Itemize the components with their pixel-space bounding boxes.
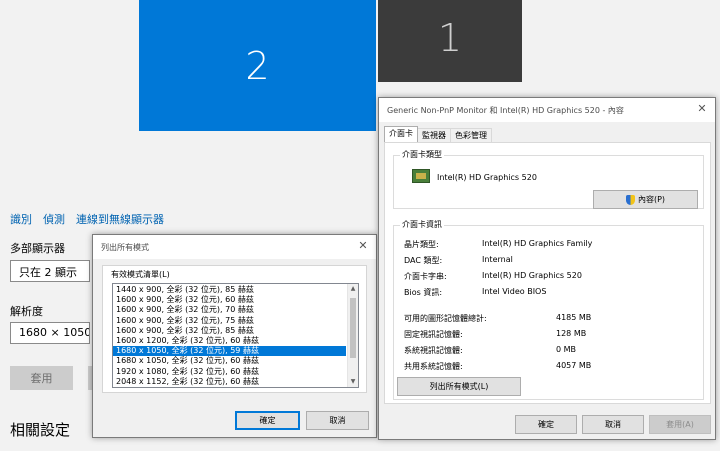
- tab-color-management[interactable]: 色彩管理: [450, 128, 492, 142]
- display-links: 識別 偵測 連線到無線顯示器: [10, 211, 164, 227]
- memory-value: 4057 MB: [556, 361, 592, 370]
- tab-monitor[interactable]: 監視器: [417, 128, 451, 142]
- monitor-2-number: 2: [245, 43, 270, 88]
- uac-shield-icon: [625, 194, 635, 205]
- resolution-value: 1680 × 1050: [19, 326, 90, 339]
- multiple-displays-value: 只在 2 顯示: [19, 266, 77, 279]
- mode-list-item[interactable]: 2048 x 1152, 全彩 (32 位元), 60 赫茲: [113, 377, 346, 387]
- adapter-type-group: 介面卡類型 Intel(R) HD Graphics 520 內容(P): [393, 149, 704, 209]
- list-all-modes-button[interactable]: 列出所有模式(L): [397, 377, 521, 396]
- info-key: 晶片類型:: [404, 240, 439, 249]
- list-modes-ok-button[interactable]: 確定: [235, 411, 300, 430]
- valid-modes-group: 有效模式清單(L) 1440 x 900, 全彩 (32 位元), 85 赫茲 1…: [102, 265, 367, 393]
- mode-list-item[interactable]: 1600 x 900, 全彩 (32 位元), 70 赫茲: [113, 305, 346, 315]
- related-settings-title: 相關設定: [10, 421, 71, 439]
- identify-link[interactable]: 識別: [10, 211, 32, 227]
- multiple-displays-dropdown[interactable]: 只在 2 顯示: [10, 260, 90, 282]
- properties-tabs: 介面卡 監視器 色彩管理: [384, 126, 492, 142]
- mode-list-item[interactable]: 1600 x 1200, 全彩 (32 位元), 60 赫茲: [113, 336, 346, 346]
- adapter-info-group: 介面卡資訊 晶片類型: Intel(R) HD Graphics Family DA…: [393, 219, 704, 400]
- tab-adapter[interactable]: 介面卡: [384, 126, 418, 142]
- list-modes-cancel-button[interactable]: 取消: [306, 411, 369, 430]
- mode-list-item[interactable]: 1920 x 1080, 全彩 (32 位元), 60 赫茲: [113, 367, 346, 377]
- memory-key: 可用的圖形記憶體總計:: [404, 314, 487, 323]
- modes-list-items: 1440 x 900, 全彩 (32 位元), 85 赫茲 1600 x 900,…: [113, 285, 346, 387]
- memory-key: 系統視訊記憶體:: [404, 346, 463, 355]
- mode-list-item[interactable]: 1600 x 900, 全彩 (32 位元), 85 赫茲: [113, 326, 346, 336]
- monitor-2-tile[interactable]: 2: [139, 0, 376, 131]
- adapter-name: Intel(R) HD Graphics 520: [437, 173, 537, 182]
- close-icon[interactable]: ✕: [356, 239, 370, 253]
- modes-listbox[interactable]: 1440 x 900, 全彩 (32 位元), 85 赫茲 1600 x 900,…: [112, 283, 359, 388]
- properties-ok-button[interactable]: 確定: [515, 415, 577, 434]
- list-all-modes-dialog: 列出所有模式 ✕ 有效模式清單(L) 1440 x 900, 全彩 (32 位元…: [92, 234, 377, 438]
- adapter-properties-button[interactable]: 內容(P): [593, 190, 698, 209]
- mode-list-item[interactable]: 1680 x 1050, 全彩 (32 位元), 59 赫茲: [113, 346, 346, 357]
- properties-apply-button[interactable]: 套用(A): [649, 415, 711, 434]
- valid-modes-label: 有效模式清單(L): [109, 269, 172, 280]
- connect-wireless-display-link[interactable]: 連線到無線顯示器: [76, 211, 164, 227]
- multiple-displays-label: 多部顯示器: [10, 242, 65, 255]
- scroll-up-arrow-icon[interactable]: ▲: [348, 284, 358, 294]
- scroll-thumb[interactable]: [350, 298, 356, 358]
- info-key: DAC 類型:: [404, 256, 443, 265]
- info-value: Intel(R) HD Graphics 520: [482, 271, 582, 280]
- resolution-dropdown[interactable]: 1680 × 1050: [10, 322, 90, 344]
- info-value: Intel(R) HD Graphics Family: [482, 239, 593, 248]
- memory-key: 共用系統記憶體:: [404, 362, 463, 371]
- properties-cancel-button[interactable]: 取消: [582, 415, 644, 434]
- memory-value: 4185 MB: [556, 313, 592, 322]
- info-value: Intel Video BIOS: [482, 287, 547, 296]
- adapter-properties-dialog: Generic Non-PnP Monitor 和 Intel(R) HD Gr…: [378, 97, 716, 440]
- list-modes-title-bar[interactable]: 列出所有模式: [93, 235, 376, 259]
- modes-scrollbar[interactable]: ▲ ▼: [347, 284, 358, 387]
- settings-apply-button[interactable]: 套用: [10, 366, 73, 390]
- detect-link[interactable]: 偵測: [43, 211, 65, 227]
- adapter-info-caption: 介面卡資訊: [400, 219, 444, 230]
- properties-title: Generic Non-PnP Monitor 和 Intel(R) HD Gr…: [387, 106, 624, 115]
- mode-list-item[interactable]: 1680 x 1050, 全彩 (32 位元), 60 赫茲: [113, 356, 346, 366]
- mode-list-item[interactable]: 1600 x 900, 全彩 (32 位元), 75 赫茲: [113, 316, 346, 326]
- info-key: Bios 資訊:: [404, 288, 443, 297]
- resolution-label: 解析度: [10, 305, 43, 318]
- memory-value: 128 MB: [556, 329, 587, 338]
- adapter-type-caption: 介面卡類型: [400, 149, 444, 160]
- list-modes-title: 列出所有模式: [101, 243, 149, 252]
- adapter-properties-button-label: 內容(P): [637, 195, 666, 204]
- info-key: 介面卡字串:: [404, 272, 447, 281]
- graphics-card-icon: [412, 169, 430, 183]
- close-icon[interactable]: ✕: [695, 102, 709, 116]
- memory-value: 0 MB: [556, 345, 577, 354]
- info-value: Internal: [482, 255, 513, 264]
- properties-title-bar[interactable]: Generic Non-PnP Monitor 和 Intel(R) HD Gr…: [379, 98, 715, 122]
- memory-key: 固定視訊記憶體:: [404, 330, 463, 339]
- scroll-down-arrow-icon[interactable]: ▼: [348, 377, 358, 387]
- mode-list-item[interactable]: 1440 x 900, 全彩 (32 位元), 85 赫茲: [113, 285, 346, 295]
- monitor-1-number: 1: [437, 16, 463, 60]
- adapter-tab-panel: 介面卡類型 Intel(R) HD Graphics 520 內容(P) 介面卡…: [384, 142, 711, 404]
- monitor-1-tile[interactable]: 1: [378, 0, 522, 82]
- mode-list-item[interactable]: 1600 x 900, 全彩 (32 位元), 60 赫茲: [113, 295, 346, 305]
